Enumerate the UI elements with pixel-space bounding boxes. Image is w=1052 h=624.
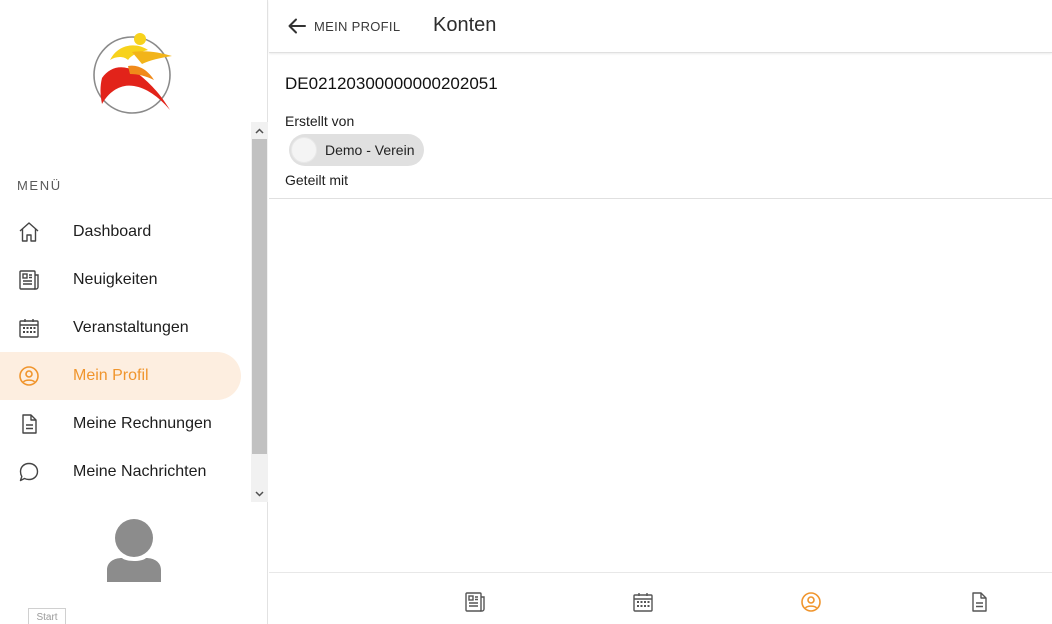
account-circle-icon[interactable] <box>799 590 823 614</box>
account-card: DE02120300000000202051 Erstellt von Demo… <box>269 54 1052 199</box>
account-iban: DE02120300000000202051 <box>285 74 498 93</box>
chat-bubble-icon <box>17 460 41 484</box>
account-circle-icon <box>17 364 41 388</box>
scrollbar-thumb[interactable] <box>252 139 267 454</box>
calendar-icon[interactable] <box>631 590 655 614</box>
sidebar: MENÜ Dashboard Neuigkeiten Veranstaltung… <box>0 0 268 624</box>
menu-heading: MENÜ <box>17 178 62 193</box>
created-by-label: Erstellt von <box>285 113 355 129</box>
arrow-left-icon <box>287 16 307 36</box>
scroll-up-arrow-icon[interactable] <box>251 122 268 139</box>
sidebar-scrollbar[interactable] <box>251 122 268 502</box>
user-avatar-icon[interactable] <box>104 518 164 584</box>
sidebar-menu: Dashboard Neuigkeiten Veranstaltungen Me… <box>0 208 250 496</box>
newspaper-icon <box>17 268 41 292</box>
sidebar-item-meine-rechnungen[interactable]: Meine Rechnungen <box>0 400 241 448</box>
document-icon[interactable] <box>967 590 991 614</box>
sidebar-item-veranstaltungen[interactable]: Veranstaltungen <box>0 304 241 352</box>
chip-label: Demo - Verein <box>325 142 415 158</box>
top-bar: MEIN PROFIL Konten <box>269 0 1052 53</box>
sidebar-item-label: Neuigkeiten <box>73 271 158 288</box>
chip-avatar <box>291 137 317 163</box>
shared-with-label: Geteilt mit <box>285 172 349 188</box>
sidebar-item-meine-nachrichten[interactable]: Meine Nachrichten <box>0 448 241 496</box>
sidebar-item-label: Mein Profil <box>73 367 149 384</box>
page-title: Konten <box>433 14 497 36</box>
menu-scroll-area: MENÜ Dashboard Neuigkeiten Veranstaltung… <box>0 122 268 502</box>
calendar-icon <box>17 316 41 340</box>
sidebar-item-label: Veranstaltungen <box>73 319 189 336</box>
sidebar-item-label: Meine Nachrichten <box>73 463 207 480</box>
scroll-down-arrow-icon[interactable] <box>251 485 268 502</box>
sidebar-item-neuigkeiten[interactable]: Neuigkeiten <box>0 256 241 304</box>
club-logo[interactable] <box>88 30 178 116</box>
start-tab[interactable]: Start <box>28 608 66 624</box>
back-button-label: MEIN PROFIL <box>314 18 401 34</box>
created-by-chip[interactable]: Demo - Verein <box>289 134 424 166</box>
newspaper-icon[interactable] <box>463 590 487 614</box>
sidebar-item-label: Meine Rechnungen <box>73 415 212 432</box>
sidebar-item-label: Dashboard <box>73 223 152 240</box>
back-button[interactable]: MEIN PROFIL <box>287 14 400 38</box>
sidebar-item-mein-profil[interactable]: Mein Profil <box>0 352 241 400</box>
home-icon <box>17 220 41 244</box>
main-content: MEIN PROFIL Konten DE0212030000000020205… <box>269 0 1052 624</box>
sidebar-item-dashboard[interactable]: Dashboard <box>0 208 241 256</box>
document-icon <box>17 412 41 436</box>
bottom-navigation <box>269 572 1052 624</box>
